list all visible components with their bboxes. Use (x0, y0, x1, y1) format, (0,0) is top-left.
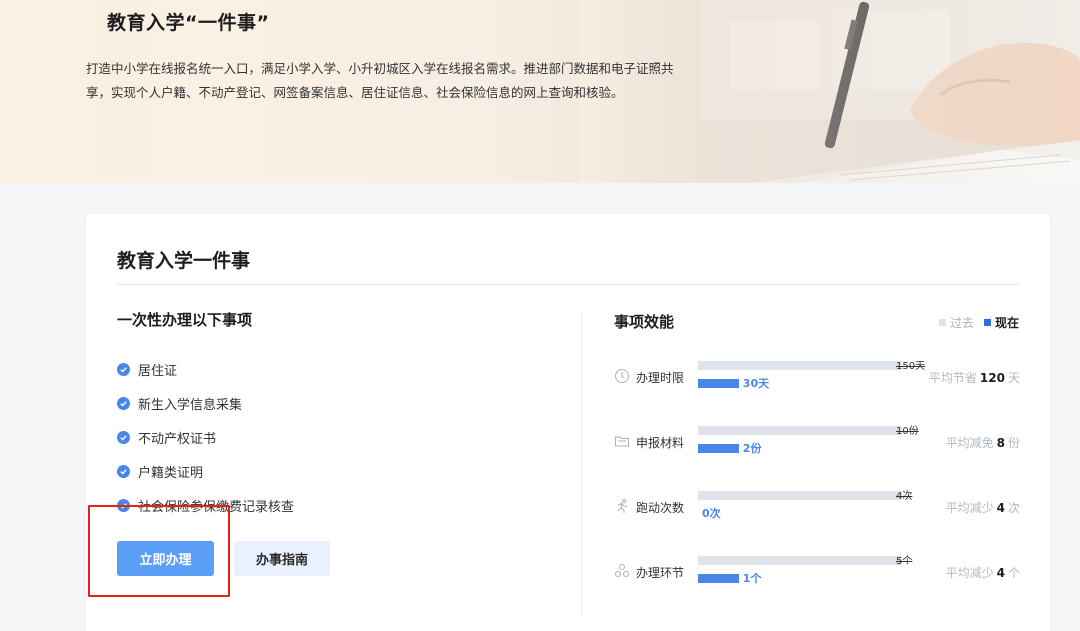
legend-now-label: 现在 (994, 316, 1019, 330)
check-circle-icon (117, 464, 130, 478)
cycle-icon (615, 564, 629, 577)
past-value: 5个 (896, 556, 913, 567)
legend-past-label: 过去 (949, 316, 974, 330)
past-value: 4次 (896, 491, 913, 502)
saving-text: 平均减免 8 份 (945, 436, 1020, 450)
saving-text: 平均减少 4 次 (945, 501, 1020, 515)
folder-icon (615, 436, 629, 447)
items-list: 居住证 新生入学信息采集 不动产权证书 户籍类证明 社会保险参保缴费记录核查 (117, 352, 294, 522)
service-card: 教育入学一件事 一次性办理以下事项 居住证 新生入学信息采集 不动产权证书 户籍… (86, 214, 1050, 631)
past-value: 150天 (896, 361, 926, 372)
legend-past-swatch (938, 319, 946, 326)
list-item: 新生入学信息采集 (117, 386, 294, 420)
saving-text: 平均节省 120 天 (928, 371, 1020, 385)
card-divider (117, 284, 1019, 285)
now-bar (698, 444, 739, 453)
clock-icon (615, 369, 629, 383)
check-circle-icon (117, 430, 130, 444)
legend-past: 过去 (938, 314, 974, 331)
item-label: 不动产权证书 (138, 431, 217, 447)
list-item: 不动产权证书 (117, 420, 294, 454)
past-bar (698, 426, 902, 435)
banner-description: 打造中小学在线报名统一入口，满足小学入学、小升初城区入学在线报名需求。推进部门数… (86, 61, 674, 100)
legend: 过去 现在 (929, 314, 1019, 331)
now-value: 0次 (702, 507, 721, 520)
legend-now-swatch (983, 319, 991, 326)
metric-label: 办理环节 (636, 566, 685, 580)
now-value: 1个 (742, 572, 762, 585)
check-circle-icon (117, 362, 130, 376)
past-bar (698, 556, 902, 565)
card-title: 教育入学一件事 (117, 250, 251, 272)
past-bar (698, 361, 902, 370)
saving-text: 平均减少 4 个 (945, 566, 1020, 580)
metric-row: 跑动次数 4次 0次 平均减少 4 次 (614, 491, 1020, 531)
banner: 教育入学“一件事” 打造中小学在线报名统一入口，满足小学入学、小升初城区入学在线… (0, 0, 1080, 183)
column-divider (581, 312, 582, 617)
past-bar (698, 491, 902, 500)
apply-now-button[interactable]: 立即办理 (117, 541, 214, 576)
metric-label: 办理时限 (636, 371, 685, 385)
metric-row: 办理时限 150天 30天 平均节省 120 天 (614, 361, 1020, 401)
item-label: 户籍类证明 (138, 465, 204, 481)
metric-label: 跑动次数 (636, 501, 685, 515)
check-circle-icon (117, 396, 130, 410)
metric-label: 申报材料 (636, 436, 685, 450)
efficiency-heading: 事项效能 (614, 313, 675, 331)
item-label: 居住证 (138, 363, 178, 379)
list-item: 户籍类证明 (117, 454, 294, 488)
now-bar (698, 379, 739, 388)
now-value: 2份 (742, 442, 762, 455)
service-guide-button[interactable]: 办事指南 (234, 541, 330, 576)
items-heading: 一次性办理以下事项 (117, 311, 253, 329)
now-bar (698, 574, 739, 583)
legend-now: 现在 (983, 314, 1019, 331)
metric-row: 办理环节 5个 1个 平均减少 4 个 (614, 556, 1020, 596)
now-value: 30天 (742, 377, 770, 390)
metric-row: 申报材料 10份 2份 平均减免 8 份 (614, 426, 1020, 466)
past-value: 10份 (896, 426, 919, 437)
list-item: 居住证 (117, 352, 294, 386)
item-label: 新生入学信息采集 (138, 397, 243, 413)
runner-icon (617, 499, 628, 513)
banner-title: 教育入学“一件事” (107, 12, 270, 34)
